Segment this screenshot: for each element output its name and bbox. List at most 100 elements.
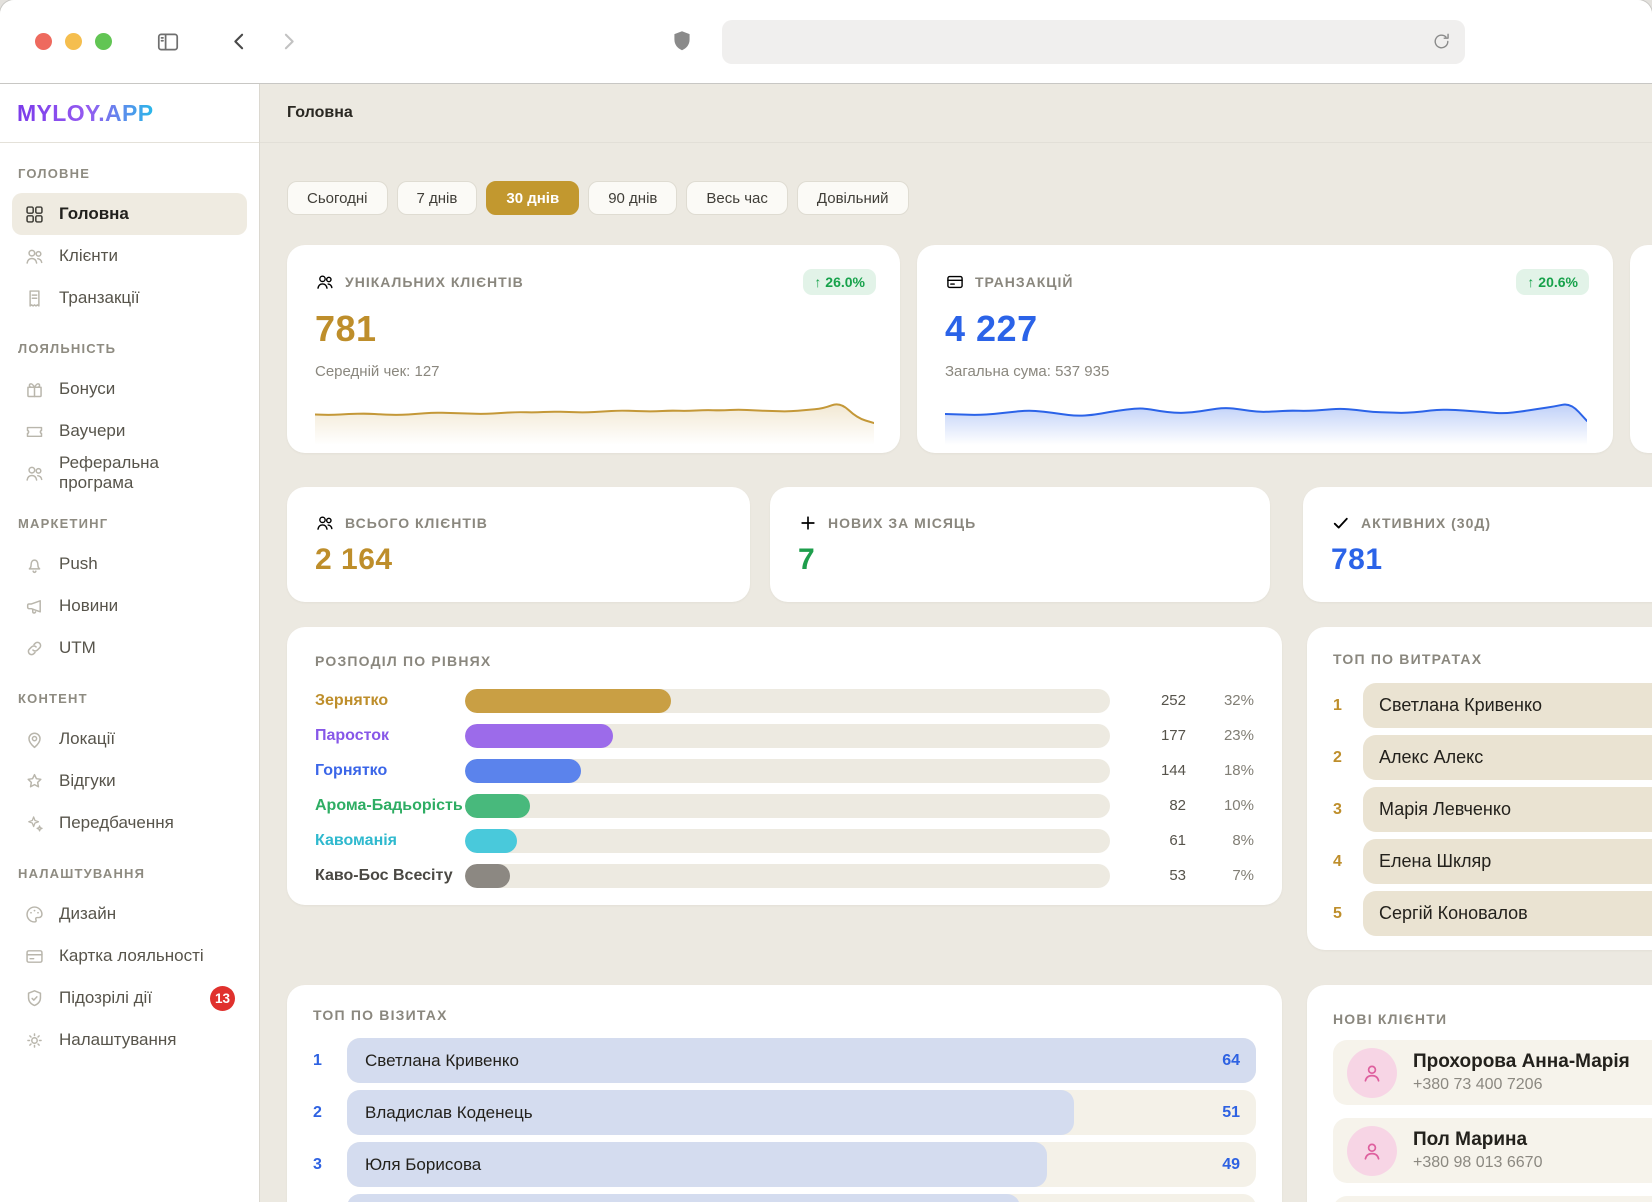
sidebar-section-label: КОНТЕНТ bbox=[18, 691, 247, 706]
sidebar-item-utm[interactable]: UTM bbox=[12, 627, 247, 669]
sidebar-item-peredbachennia[interactable]: Передбачення bbox=[12, 802, 247, 844]
level-row: Горнятко 144 18% bbox=[315, 753, 1254, 788]
spend-row[interactable]: 2 Алекс Алекс bbox=[1333, 735, 1652, 780]
card-icon bbox=[24, 946, 45, 967]
visit-bar-track: Юля Борисова 49 bbox=[347, 1142, 1256, 1187]
refresh-icon[interactable] bbox=[1431, 31, 1452, 52]
sidebar-item-lokatsii[interactable]: Локації bbox=[12, 718, 247, 760]
grid-icon bbox=[24, 204, 45, 225]
users-icon bbox=[24, 463, 45, 484]
chip-custom[interactable]: Довільний bbox=[797, 181, 909, 215]
chip-alltime[interactable]: Весь час bbox=[686, 181, 788, 215]
visit-bar: Юля Борисова bbox=[347, 1142, 1047, 1187]
spend-row[interactable]: 4 Елена Шкляр bbox=[1333, 839, 1652, 884]
users-icon bbox=[315, 513, 335, 533]
chip-7days[interactable]: 7 днів bbox=[397, 181, 478, 215]
sparkline-area bbox=[945, 385, 1587, 445]
sidebar-item-push[interactable]: Push bbox=[12, 543, 247, 585]
sidebar-item-vidhuky[interactable]: Відгуки bbox=[12, 760, 247, 802]
total-clients-value: 2 164 bbox=[315, 543, 750, 577]
rank-number: 5 bbox=[1333, 905, 1363, 923]
client-phone: +380 73 400 7206 bbox=[1413, 1076, 1630, 1094]
chip-today[interactable]: Сьогодні bbox=[287, 181, 388, 215]
level-row: Кавоманія 61 8% bbox=[315, 823, 1254, 858]
level-row: Каво-Бос Всесіту 53 7% bbox=[315, 858, 1254, 893]
close-window-button[interactable] bbox=[35, 33, 52, 50]
growth-badge: ↑ 20.6% bbox=[1516, 269, 1589, 295]
link-icon bbox=[24, 638, 45, 659]
zoom-window-button[interactable] bbox=[95, 33, 112, 50]
sidebar-item-golovna[interactable]: Головна bbox=[12, 193, 247, 235]
sidebar-item-klienty[interactable]: Клієнти bbox=[12, 235, 247, 277]
minimize-window-button[interactable] bbox=[65, 33, 82, 50]
top-visits-panel: ТОП ПО ВІЗИТАХ 1 Светлана Кривенко 64 bbox=[287, 985, 1282, 1202]
sidebar-section-label: ЛОЯЛЬНІСТЬ bbox=[18, 341, 247, 356]
rank-number: 2 bbox=[313, 1104, 347, 1122]
spend-row[interactable]: 1 Светлана Кривенко bbox=[1333, 683, 1652, 728]
sidebar-item-vauchery[interactable]: Ваучери bbox=[12, 410, 247, 452]
rank-number: 4 bbox=[1333, 853, 1363, 871]
client-row[interactable]: Прохорова Анна-Марія +380 73 400 7206 bbox=[1333, 1040, 1652, 1105]
sidebar-item-nalashtuvannia[interactable]: Налаштування bbox=[12, 1019, 247, 1061]
spend-row[interactable]: 5 Сергій Коновалов bbox=[1333, 891, 1652, 936]
visits-row[interactable]: 4 bbox=[313, 1194, 1256, 1202]
visit-bar-track: Светлана Кривенко 64 bbox=[347, 1038, 1256, 1083]
person-icon bbox=[1360, 1139, 1384, 1163]
sidebar-item-label: Новини bbox=[59, 596, 118, 616]
content: Сьогодні 7 днів 30 днів 90 днів Весь час… bbox=[260, 143, 1652, 1202]
level-label: Горнятко bbox=[315, 762, 455, 780]
privacy-shield-icon[interactable] bbox=[669, 28, 695, 54]
sidebar-item-dyzain[interactable]: Дизайн bbox=[12, 893, 247, 935]
level-label: Арома-Бадьорість bbox=[315, 797, 455, 815]
transactions-value: 4 227 bbox=[945, 308, 1589, 350]
receipt-icon bbox=[24, 288, 45, 309]
sidebar-item-label: Push bbox=[59, 554, 98, 574]
back-button[interactable] bbox=[227, 29, 252, 54]
sidebar-item-referral[interactable]: Реферальна програма bbox=[12, 452, 247, 494]
map-pin-icon bbox=[24, 729, 45, 750]
bell-icon bbox=[24, 554, 45, 575]
client-name: Елена Шкляр bbox=[1363, 839, 1652, 884]
levels-distribution-panel: РОЗПОДІЛ ПО РІВНЯХ Зернятко 252 32% Паро… bbox=[287, 627, 1282, 905]
rank-number: 3 bbox=[1333, 801, 1363, 819]
transactions-sparkline bbox=[945, 385, 1587, 445]
gift-icon bbox=[24, 379, 45, 400]
level-bar bbox=[465, 794, 530, 818]
sidebar-item-label: Відгуки bbox=[59, 771, 116, 791]
sidebar-item-kartka[interactable]: Картка лояльності bbox=[12, 935, 247, 977]
address-bar[interactable] bbox=[722, 20, 1465, 64]
level-value: 82 bbox=[1120, 797, 1186, 814]
visits-row[interactable]: 3 Юля Борисова 49 bbox=[313, 1142, 1256, 1187]
visit-bar-track: Владислав Коденець 51 bbox=[347, 1090, 1256, 1135]
sidebar-item-novyny[interactable]: Новини bbox=[12, 585, 247, 627]
level-bar bbox=[465, 864, 510, 888]
visits-row[interactable]: 2 Владислав Коденець 51 bbox=[313, 1090, 1256, 1135]
level-bar bbox=[465, 689, 671, 713]
client-row[interactable]: Пол Марина +380 98 013 6670 bbox=[1333, 1118, 1652, 1183]
sidebar-item-bonusy[interactable]: Бонуси bbox=[12, 368, 247, 410]
spend-row[interactable]: 3 Марія Левченко bbox=[1333, 787, 1652, 832]
transactions-card: ТРАНЗАКЦІЙ ↑ 20.6% 4 227 Загальна сума: … bbox=[917, 245, 1613, 453]
spend-rows: 1 Светлана Кривенко 2 Алекс Алекс 3 Марі… bbox=[1333, 683, 1652, 936]
growth-badge: ↑ 26.0% bbox=[803, 269, 876, 295]
rank-number: 1 bbox=[313, 1052, 347, 1070]
sidebar-item-label: Підозрілі дії bbox=[59, 988, 152, 1008]
level-bar bbox=[465, 724, 613, 748]
check-icon bbox=[1331, 513, 1351, 533]
unique-clients-value: 781 bbox=[315, 308, 876, 350]
chip-90days[interactable]: 90 днів bbox=[588, 181, 677, 215]
sidebar-section-label: МАРКЕТИНГ bbox=[18, 516, 247, 531]
sidebar-item-tranzaktsii[interactable]: Транзакції bbox=[12, 277, 247, 319]
sidebar-item-label: Передбачення bbox=[59, 813, 174, 833]
visit-count: 64 bbox=[1222, 1038, 1240, 1083]
level-label: Кавоманія bbox=[315, 832, 455, 850]
chip-30days[interactable]: 30 днів bbox=[486, 181, 579, 215]
client-row[interactable] bbox=[1333, 1196, 1652, 1202]
level-bar bbox=[465, 759, 581, 783]
forward-button[interactable] bbox=[276, 29, 301, 54]
sidebar-item-pidozrili-dii[interactable]: Підозрілі дії 13 bbox=[12, 977, 247, 1019]
users-icon bbox=[24, 246, 45, 267]
sidebar-toggle-icon[interactable] bbox=[155, 29, 181, 55]
visits-row[interactable]: 1 Светлана Кривенко 64 bbox=[313, 1038, 1256, 1083]
level-value: 252 bbox=[1120, 692, 1186, 709]
